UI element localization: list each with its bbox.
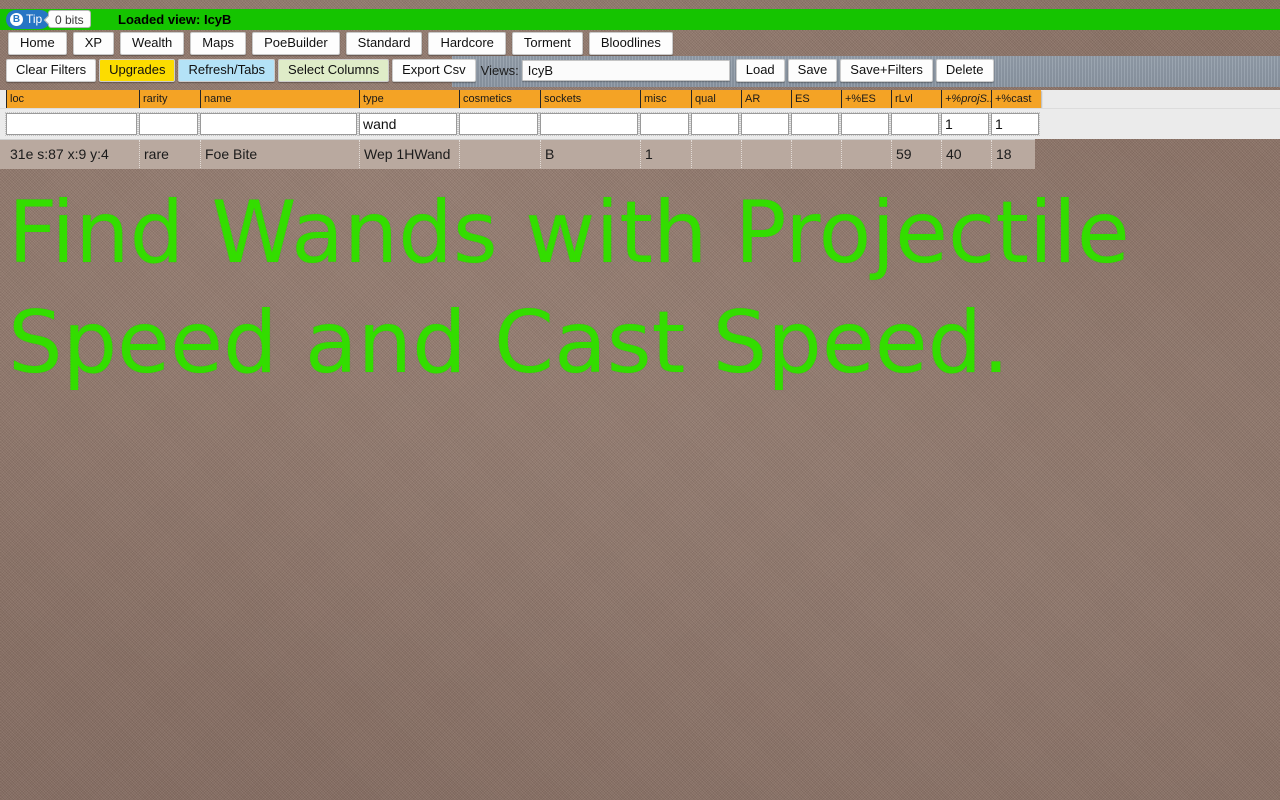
cell-AR <box>741 140 791 168</box>
column-header-qual[interactable]: qual <box>691 90 741 108</box>
filter-input-name[interactable] <box>199 112 358 136</box>
column-header-projS[interactable]: +%projS... <box>941 90 991 108</box>
column-header-misc[interactable]: misc <box>640 90 691 108</box>
filter-toolbar: Clear Filters Upgrades Refresh/Tabs Sele… <box>6 59 997 82</box>
filter-input-loc[interactable] <box>5 112 138 136</box>
filter-input-ES[interactable] <box>790 112 840 136</box>
nav-tab-xp[interactable]: XP <box>72 32 115 55</box>
cell-pctES <box>841 140 891 168</box>
loaded-view-status: Loaded view: IcyB <box>118 12 232 27</box>
column-header-sockets[interactable]: sockets <box>540 90 640 108</box>
filter-input-pctES[interactable] <box>840 112 890 136</box>
column-header-pctES[interactable]: +%ES <box>841 90 891 108</box>
table-header-row: loc rarity name type cosmetics sockets misc qua… <box>0 90 1280 108</box>
filter-input-type[interactable] <box>358 112 458 136</box>
item-table: loc rarity name type cosmetics sockets misc qua… <box>0 90 1280 169</box>
filter-input-qual[interactable] <box>690 112 740 136</box>
nav-tab-hardcore[interactable]: Hardcore <box>428 32 506 55</box>
views-input[interactable] <box>521 60 730 81</box>
column-header-rLvl[interactable]: rLvl <box>891 90 941 108</box>
cell-rLvl: 59 <box>891 140 941 168</box>
filter-input-AR[interactable] <box>740 112 790 136</box>
column-header-type[interactable]: type <box>359 90 459 108</box>
filter-input-projS[interactable] <box>940 112 990 136</box>
nav-tab-standard[interactable]: Standard <box>345 32 423 55</box>
main-navigation: Home XP Wealth Maps PoeBuilder Standard Hardco… <box>8 32 673 55</box>
views-label: Views: <box>480 62 519 78</box>
instruction-caption: Find Wands with Projectile Speed and Cas… <box>8 183 1158 393</box>
filter-input-cosmetics[interactable] <box>458 112 539 136</box>
nav-tab-torment[interactable]: Torment <box>511 32 583 55</box>
cell-sockets: B <box>540 140 640 168</box>
delete-view-button[interactable]: Delete <box>935 59 994 82</box>
clear-filters-button[interactable]: Clear Filters <box>6 59 97 82</box>
filter-input-sockets[interactable] <box>539 112 639 136</box>
table-filter-row <box>0 108 1280 139</box>
save-filters-button[interactable]: Save+Filters <box>840 59 933 82</box>
column-header-AR[interactable]: AR <box>741 90 791 108</box>
column-header-cosmetics[interactable]: cosmetics <box>459 90 540 108</box>
nav-tab-maps[interactable]: Maps <box>190 32 247 55</box>
save-view-button[interactable]: Save <box>787 59 838 82</box>
nav-tab-bloodlines[interactable]: Bloodlines <box>588 32 673 55</box>
bitcoin-b-icon: B <box>10 13 23 26</box>
bits-balance-badge[interactable]: 0 bits <box>48 10 91 28</box>
filter-input-misc[interactable] <box>639 112 690 136</box>
bits-balance-label: 0 bits <box>55 13 84 27</box>
nav-tab-wealth[interactable]: Wealth <box>120 32 185 55</box>
tip-button-label: Tip <box>26 12 43 26</box>
cell-cast: 18 <box>991 140 1041 168</box>
refresh-tabs-button[interactable]: Refresh/Tabs <box>178 59 276 82</box>
column-header-loc[interactable]: loc <box>6 90 139 108</box>
cell-misc: 1 <box>640 140 691 168</box>
nav-tab-home[interactable]: Home <box>8 32 67 55</box>
cell-name: Foe Bite <box>200 140 359 168</box>
status-bar: B Tip 0 bits Loaded view: IcyB <box>0 9 1280 30</box>
column-header-name[interactable]: name <box>200 90 359 108</box>
cell-loc: 31e s:87 x:9 y:4 <box>10 146 109 162</box>
cell-rarity: rare <box>139 140 200 168</box>
export-csv-button[interactable]: Export Csv <box>392 59 476 82</box>
filter-input-rLvl[interactable] <box>890 112 940 136</box>
table-row[interactable]: 31e s:87 x:9 y:4 rare Foe Bite Wep 1HWand B 1… <box>0 139 1035 169</box>
cell-type: Wep 1HWand <box>359 140 459 168</box>
upgrades-button[interactable]: Upgrades <box>99 59 176 82</box>
filter-input-cast[interactable] <box>990 112 1040 136</box>
load-view-button[interactable]: Load <box>735 59 785 82</box>
nav-tab-poebuilder[interactable]: PoeBuilder <box>252 32 340 55</box>
column-header-rarity[interactable]: rarity <box>139 90 200 108</box>
cell-projS: 40 <box>941 140 991 168</box>
cell-ES <box>791 140 841 168</box>
cell-qual <box>691 140 741 168</box>
select-columns-button[interactable]: Select Columns <box>278 59 390 82</box>
column-header-ES[interactable]: ES <box>791 90 841 108</box>
cell-cosmetics <box>459 140 540 168</box>
filter-input-rarity[interactable] <box>138 112 199 136</box>
column-header-cast[interactable]: +%cast <box>991 90 1041 108</box>
